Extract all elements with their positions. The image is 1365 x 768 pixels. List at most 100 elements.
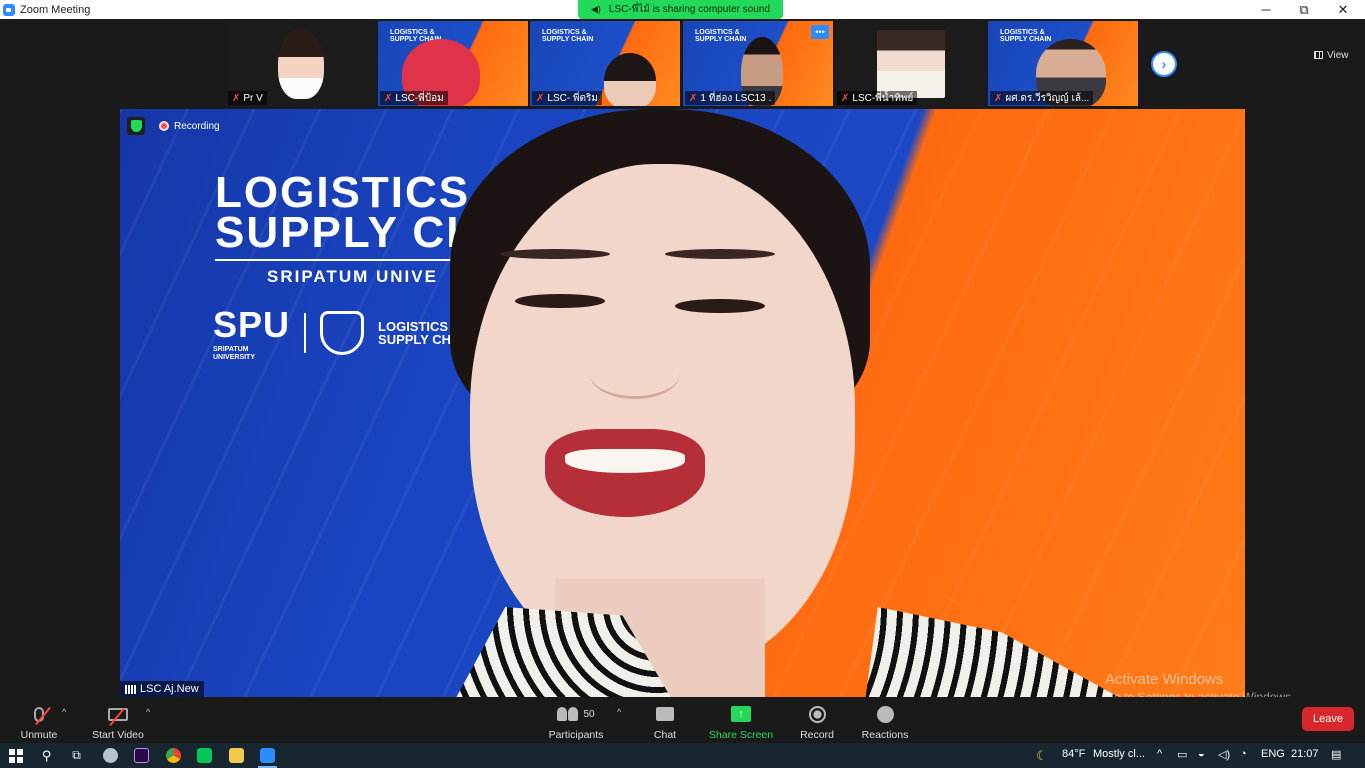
line-app-icon[interactable]	[195, 746, 214, 765]
wifi-icon[interactable]: ◔	[1240, 748, 1247, 760]
search-icon[interactable]: ⚲	[37, 746, 56, 765]
participant-name: Pr V	[243, 92, 263, 104]
battery-icon[interactable]: ▭	[1177, 748, 1187, 761]
chevron-right-icon: ›	[1161, 56, 1167, 72]
premiere-app-icon[interactable]	[132, 746, 151, 765]
speaker-name-tag: LSC Aj.New	[120, 681, 204, 697]
participant-thumbnail[interactable]: LOGISTICS & SUPPLY CHAIN ✗ ผศ.ดร.วีรวิญญ์ …	[988, 21, 1138, 106]
participant-thumbnail[interactable]: LOGISTICS & SUPPLY CHAIN ✗ LSC-พี่ป้อม	[378, 21, 528, 106]
view-label: View	[1327, 49, 1349, 61]
task-view-icon[interactable]: ⧉	[67, 746, 86, 765]
security-shield-icon[interactable]	[127, 117, 145, 135]
participant-thumbnail[interactable]: ✗ LSC-พี่น้ำทิพย์	[835, 21, 985, 106]
zoom-taskbar-icon[interactable]	[258, 746, 277, 768]
recording-dot-icon	[159, 121, 169, 131]
mic-off-icon: ✗	[841, 92, 850, 104]
spu-subtitle: SRIPATUM UNIVERSITY	[213, 346, 256, 361]
windows-start-icon[interactable]	[6, 746, 25, 765]
brand-text: SUPPLY CHAIN	[1000, 36, 1052, 43]
participant-thumbnail[interactable]: LOGISTICS & SUPPLY CHAIN ✗ LSC- พี่ตริม	[530, 21, 680, 106]
brand-text: LOGISTICS &	[695, 29, 740, 36]
grid-view-icon	[1314, 51, 1323, 59]
share-screen-label: Share Screen	[708, 729, 774, 741]
mic-off-icon: ✗	[994, 92, 1003, 104]
sharing-sound-text: LSC-พี่ไม้ is sharing computer sound	[608, 4, 770, 15]
more-options-button[interactable]: •••	[811, 25, 829, 39]
camera-off-icon	[108, 707, 128, 721]
restore-button[interactable]: ⧉	[1284, 0, 1324, 19]
mic-off-icon: ✗	[689, 92, 698, 104]
speaker-icon: ◀)	[591, 4, 601, 14]
start-video-label: Start Video	[92, 729, 144, 741]
speaker-name: LSC Aj.New	[140, 683, 199, 695]
next-page-button[interactable]: ›	[1151, 51, 1177, 77]
reactions-button[interactable]: Reactions	[860, 701, 910, 741]
brand-text: LOGISTICS &	[390, 29, 435, 36]
weather-text[interactable]: Mostly cl...	[1093, 748, 1145, 760]
brand-text: LOGISTICS &	[1000, 29, 1045, 36]
volume-icon[interactable]: ◁)	[1218, 748, 1230, 761]
participant-name: LSC-พี่น้ำทิพย์	[852, 92, 914, 104]
clock[interactable]: 21:07	[1291, 748, 1319, 760]
audio-options-chevron-icon[interactable]: ^	[62, 707, 66, 717]
spu-logo-row: SPU SRIPATUM UNIVERSITY LOGISTICS SUPPLY…	[213, 304, 451, 362]
zoom-meeting-window: Zoom Meeting ─ ⧉ ✕ ◀) LSC-พี่ไม้ is shar…	[0, 0, 1365, 768]
participant-video	[877, 30, 945, 98]
notification-icon[interactable]: ▤	[1331, 748, 1341, 761]
network-icon[interactable]: ◒	[1198, 748, 1205, 760]
participant-video	[604, 53, 656, 106]
windows-taskbar: ⚲ ⧉ ☾ 84°F Mostly cl... ^ ▭ ◒ ◁) ◔ ENG 2…	[0, 743, 1365, 768]
record-button[interactable]: Record	[796, 701, 838, 741]
taskbar-app-icon[interactable]	[101, 746, 120, 765]
video-options-chevron-icon[interactable]: ^	[146, 707, 150, 717]
recording-label: Recording	[174, 120, 220, 132]
participants-button[interactable]: 50 Participants	[545, 701, 607, 741]
weather-moon-icon[interactable]: ☾	[1036, 748, 1048, 764]
share-screen-icon: ↑	[731, 706, 751, 722]
view-button[interactable]: View	[1314, 48, 1349, 62]
lsc-text-2: SUPPLY CH	[378, 332, 452, 347]
minimize-button[interactable]: ─	[1246, 0, 1286, 19]
record-icon	[808, 705, 826, 723]
participants-icon	[557, 707, 579, 721]
start-video-button[interactable]: Start Video	[90, 701, 146, 741]
mic-off-icon: ✗	[232, 92, 241, 104]
file-explorer-icon[interactable]	[227, 746, 246, 765]
active-speaker-video[interactable]: LOGISTICS SUPPLY CH SRIPATUM UNIVE SPU S…	[120, 109, 1245, 697]
watermark-line-1: Activate Windows	[1105, 671, 1224, 688]
brand-line-1: LOGISTICS	[215, 168, 471, 217]
sharing-sound-banner[interactable]: ◀) LSC-พี่ไม้ is sharing computer sound	[578, 0, 783, 19]
brand-text: SUPPLY CHAIN	[695, 36, 747, 43]
record-label: Record	[800, 729, 834, 741]
leave-button[interactable]: Leave	[1302, 707, 1354, 731]
participants-count: 50	[583, 708, 595, 720]
reactions-icon	[876, 705, 894, 723]
unmute-button[interactable]: Unmute	[18, 701, 60, 741]
close-button[interactable]: ✕	[1323, 0, 1363, 19]
zoom-app-icon	[3, 3, 15, 16]
recording-indicator[interactable]: Recording	[153, 117, 226, 135]
language-indicator[interactable]: ENG	[1261, 748, 1285, 760]
participant-video	[278, 29, 324, 99]
logo-separator	[304, 313, 307, 353]
participant-thumbnail[interactable]: LOGISTICS & SUPPLY CHAIN ••• ✗ 1 ที่ฮ่อง L…	[683, 21, 833, 106]
brand-text: LOGISTICS &	[542, 29, 587, 36]
chat-label: Chat	[653, 729, 677, 741]
participant-name: 1 ที่ฮ่อง LSC13 .	[700, 92, 772, 104]
tray-chevron-icon[interactable]: ^	[1157, 748, 1162, 760]
chat-icon	[656, 707, 674, 721]
mic-off-icon: ✗	[384, 92, 393, 104]
participant-thumbnail[interactable]: ✗ Pr V	[226, 21, 376, 106]
chrome-app-icon[interactable]	[164, 746, 183, 765]
participant-thumbnail-strip: ✗ Pr V LOGISTICS & SUPPLY CHAIN ✗ LSC-พี่ป้…	[0, 19, 1365, 109]
participant-name: LSC-พี่ป้อม	[395, 92, 444, 104]
chat-button[interactable]: Chat	[648, 701, 682, 741]
weather-temp[interactable]: 84°F	[1062, 748, 1085, 760]
meeting-toolbar: Unmute ^ Start Video ^ 50 Participants ^…	[0, 697, 1365, 743]
mic-off-icon	[34, 706, 44, 722]
share-screen-button[interactable]: ↑ Share Screen	[708, 701, 774, 741]
spu-logo: SPU	[213, 304, 291, 345]
speaker-mouth	[545, 429, 705, 517]
participants-options-chevron-icon[interactable]: ^	[617, 707, 621, 717]
unmute-label: Unmute	[20, 729, 58, 741]
